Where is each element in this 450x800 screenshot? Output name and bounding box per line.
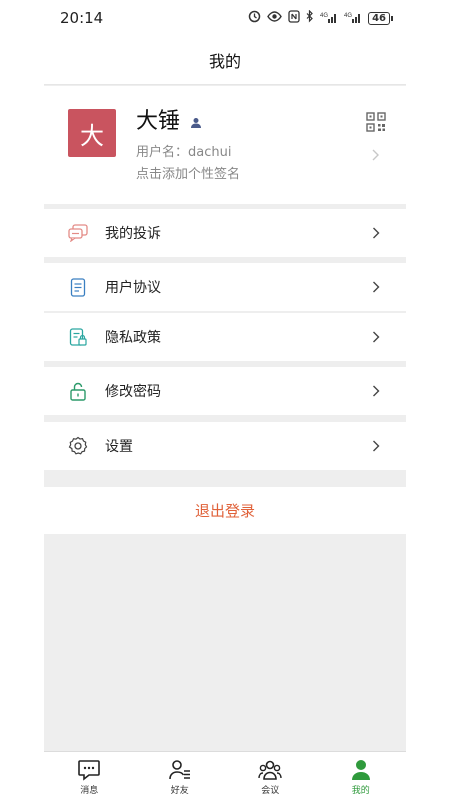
privacy-document-icon <box>68 327 88 347</box>
signal-icon-2: 4G <box>344 11 362 27</box>
tab-messages[interactable]: 消息 <box>44 752 135 800</box>
tab-friends[interactable]: 好友 <box>135 752 226 800</box>
menu-item-change-password[interactable]: 修改密码 <box>44 367 406 415</box>
network-label-1: 4G <box>320 13 328 19</box>
chevron-right-icon <box>372 149 379 161</box>
app-screen: 我的 大 大锤 用户名：dachui 点击添加个性签名 我的投诉 用户协议 隐私… <box>44 36 406 800</box>
menu-item-settings[interactable]: 设置 <box>44 422 406 470</box>
page-title: 我的 <box>208 52 241 71</box>
logout-button[interactable]: 退出登录 <box>44 487 406 534</box>
tab-label-friends: 好友 <box>170 786 189 796</box>
profile-name: 大锤 <box>136 109 181 134</box>
tab-mine[interactable]: 我的 <box>316 752 407 800</box>
menu-item-user-agreement[interactable]: 用户协议 <box>44 263 406 311</box>
menu-label-complaints: 我的投诉 <box>105 226 161 242</box>
tab-label-messages: 消息 <box>80 786 99 796</box>
menu-item-privacy-policy[interactable]: 隐私政策 <box>44 313 406 361</box>
signal-icon-1: 4G <box>320 11 338 27</box>
meeting-group-icon <box>258 760 282 780</box>
tab-label-mine: 我的 <box>351 786 370 796</box>
nfc-icon <box>288 10 300 27</box>
chevron-right-icon <box>373 440 380 452</box>
menu-item-complaints[interactable]: 我的投诉 <box>44 209 406 257</box>
friends-icon <box>168 760 190 780</box>
battery-indicator: 46 <box>368 12 393 25</box>
avatar[interactable]: 大 <box>68 109 116 157</box>
tab-label-meetings: 会议 <box>261 786 280 796</box>
menu-label-change-password: 修改密码 <box>105 384 161 400</box>
network-label-2: 4G <box>344 13 352 19</box>
message-icon <box>78 760 101 781</box>
chevron-right-icon <box>373 385 380 397</box>
unlock-icon <box>68 381 88 401</box>
logout-label: 退出登录 <box>194 502 255 520</box>
chevron-right-icon <box>373 331 380 343</box>
status-time: 20:14 <box>60 9 104 27</box>
signature-hint[interactable]: 点击添加个性签名 <box>136 163 240 182</box>
profile-username: 用户名：dachui <box>136 145 232 160</box>
qr-code-icon[interactable] <box>366 112 386 132</box>
complaint-icon <box>68 223 88 243</box>
alarm-icon <box>248 10 261 27</box>
document-icon <box>68 277 88 297</box>
person-icon <box>191 118 201 128</box>
avatar-letter: 大 <box>80 121 104 150</box>
chevron-right-icon <box>373 281 380 293</box>
status-bar: 20:14 4G 4G 46 <box>0 0 450 36</box>
gear-icon <box>68 436 88 456</box>
menu-label-settings: 设置 <box>105 439 133 455</box>
menu-label-user-agreement: 用户协议 <box>105 280 161 296</box>
status-icons: 4G 4G 46 <box>248 9 393 27</box>
tab-meetings[interactable]: 会议 <box>225 752 316 800</box>
bottom-tab-bar: 消息 好友 会议 我的 <box>44 751 406 800</box>
page-header: 我的 <box>44 36 406 85</box>
profile-card[interactable]: 大 大锤 用户名：dachui 点击添加个性签名 <box>44 86 406 204</box>
menu-label-privacy-policy: 隐私政策 <box>105 330 161 346</box>
bluetooth-icon <box>306 9 314 27</box>
person-icon <box>351 760 370 780</box>
chevron-right-icon <box>373 227 380 239</box>
eye-icon <box>267 11 282 26</box>
